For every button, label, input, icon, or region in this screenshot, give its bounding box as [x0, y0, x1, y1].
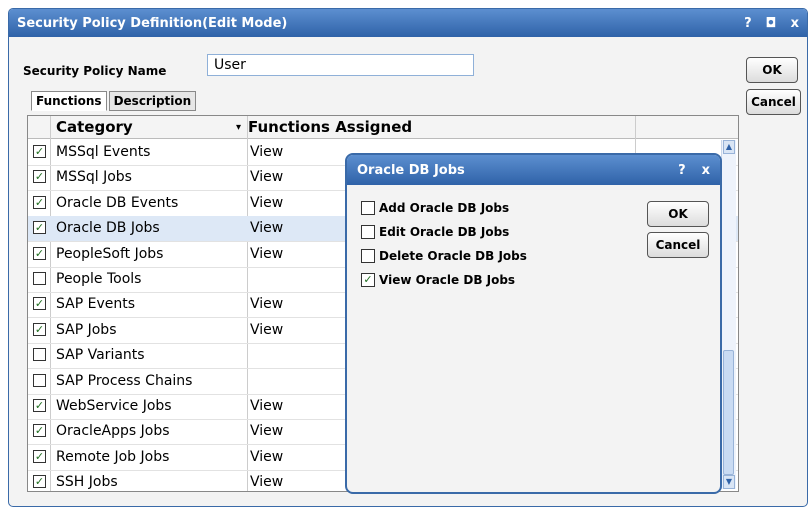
scroll-down-icon[interactable]: ▼	[723, 475, 735, 489]
dialog-ok-button[interactable]: OK	[647, 201, 709, 227]
option-label: Add Oracle DB Jobs	[379, 201, 510, 215]
close-icon[interactable]: x	[791, 16, 799, 31]
tab-bar: Functions Description	[31, 91, 198, 111]
dialog-close-icon[interactable]: x	[702, 163, 710, 178]
row-functions: View	[250, 321, 284, 338]
row-checkbox[interactable]	[33, 348, 46, 362]
row-functions: View	[250, 144, 284, 160]
dialog-option[interactable]: Delete Oracle DB Jobs	[361, 249, 527, 263]
row-functions: View	[250, 194, 284, 211]
cancel-button[interactable]: Cancel	[746, 89, 801, 115]
row-functions: View	[250, 296, 284, 313]
option-label: Edit Oracle DB Jobs	[379, 225, 510, 239]
policy-name-input[interactable]	[207, 54, 474, 76]
row-checkbox[interactable]: ✓	[33, 449, 46, 463]
row-checkbox[interactable]: ✓	[33, 221, 46, 235]
row-functions: View	[250, 423, 284, 440]
row-category: SAP Variants	[56, 347, 145, 364]
row-category: OracleApps Jobs	[56, 423, 170, 440]
row-category: Oracle DB Jobs	[56, 220, 160, 237]
row-checkbox[interactable]: ✓	[33, 424, 46, 438]
row-checkbox[interactable]	[33, 272, 46, 285]
row-functions: View	[250, 448, 284, 465]
maximize-icon[interactable]: ◘	[766, 16, 777, 31]
row-functions: View	[250, 474, 284, 491]
grid-header: Category ▾ Functions Assigned	[28, 116, 738, 139]
policy-name-label: Security Policy Name	[23, 64, 167, 78]
scrollbar-thumb[interactable]	[723, 350, 734, 475]
window-titlebar[interactable]: Security Policy Definition(Edit Mode) ? …	[9, 9, 807, 37]
option-checkbox[interactable]: ✓	[361, 273, 375, 287]
row-functions: View	[250, 398, 284, 414]
row-category: WebService Jobs	[56, 398, 172, 414]
row-category: SAP Process Chains	[56, 372, 193, 389]
dialog-cancel-button[interactable]: Cancel	[647, 232, 709, 258]
row-category: SAP Events	[56, 296, 136, 313]
row-checkbox[interactable]: ✓	[33, 145, 46, 158]
row-category: People Tools	[56, 271, 142, 287]
dialog-option[interactable]: ✓ View Oracle DB Jobs	[361, 273, 515, 287]
row-checkbox[interactable]: ✓	[33, 297, 46, 311]
option-label: Delete Oracle DB Jobs	[379, 249, 527, 263]
dialog-titlebar[interactable]: Oracle DB Jobs ? x	[347, 155, 720, 185]
column-header-functions[interactable]: Functions Assigned	[248, 118, 412, 136]
scroll-up-icon[interactable]: ▲	[723, 140, 735, 154]
row-functions: View	[250, 169, 284, 186]
dialog-option[interactable]: Add Oracle DB Jobs	[361, 201, 509, 215]
option-checkbox[interactable]	[361, 201, 375, 215]
dialog-option[interactable]: Edit Oracle DB Jobs	[361, 225, 509, 239]
row-category: SSH Jobs	[56, 474, 118, 491]
oracle-db-jobs-dialog: Oracle DB Jobs ? x Add Oracle DB Jobs Edi…	[345, 153, 722, 494]
dialog-help-icon[interactable]: ?	[678, 163, 686, 178]
tab-description[interactable]: Description	[108, 91, 197, 111]
row-functions: View	[250, 245, 284, 262]
help-icon[interactable]: ?	[744, 16, 752, 31]
option-checkbox[interactable]	[361, 225, 375, 239]
row-category: MSSql Events	[56, 144, 151, 160]
row-category: Oracle DB Events	[56, 194, 179, 211]
sort-indicator-icon[interactable]: ▾	[236, 122, 241, 133]
row-checkbox[interactable]: ✓	[33, 246, 46, 260]
row-checkbox[interactable]: ✓	[33, 322, 46, 336]
tab-functions[interactable]: Functions	[31, 91, 107, 111]
row-functions: View	[250, 220, 284, 237]
option-checkbox[interactable]	[361, 249, 375, 263]
dialog-title: Oracle DB Jobs	[357, 162, 465, 178]
row-category: SAP Jobs	[56, 321, 117, 338]
row-category: Remote Job Jobs	[56, 448, 170, 465]
row-checkbox[interactable]	[33, 373, 46, 387]
row-checkbox[interactable]: ✓	[33, 399, 46, 412]
row-checkbox[interactable]: ✓	[33, 170, 46, 184]
row-category: MSSql Jobs	[56, 169, 132, 186]
window-title: Security Policy Definition(Edit Mode)	[17, 15, 288, 31]
option-label: View Oracle DB Jobs	[379, 273, 516, 287]
column-header-category[interactable]: Category	[56, 118, 133, 136]
ok-button[interactable]: OK	[746, 57, 798, 83]
row-checkbox[interactable]: ✓	[33, 475, 46, 489]
vertical-scrollbar[interactable]: ▲ ▼	[721, 140, 736, 489]
row-checkbox[interactable]: ✓	[33, 195, 46, 209]
row-category: PeopleSoft Jobs	[56, 245, 164, 262]
